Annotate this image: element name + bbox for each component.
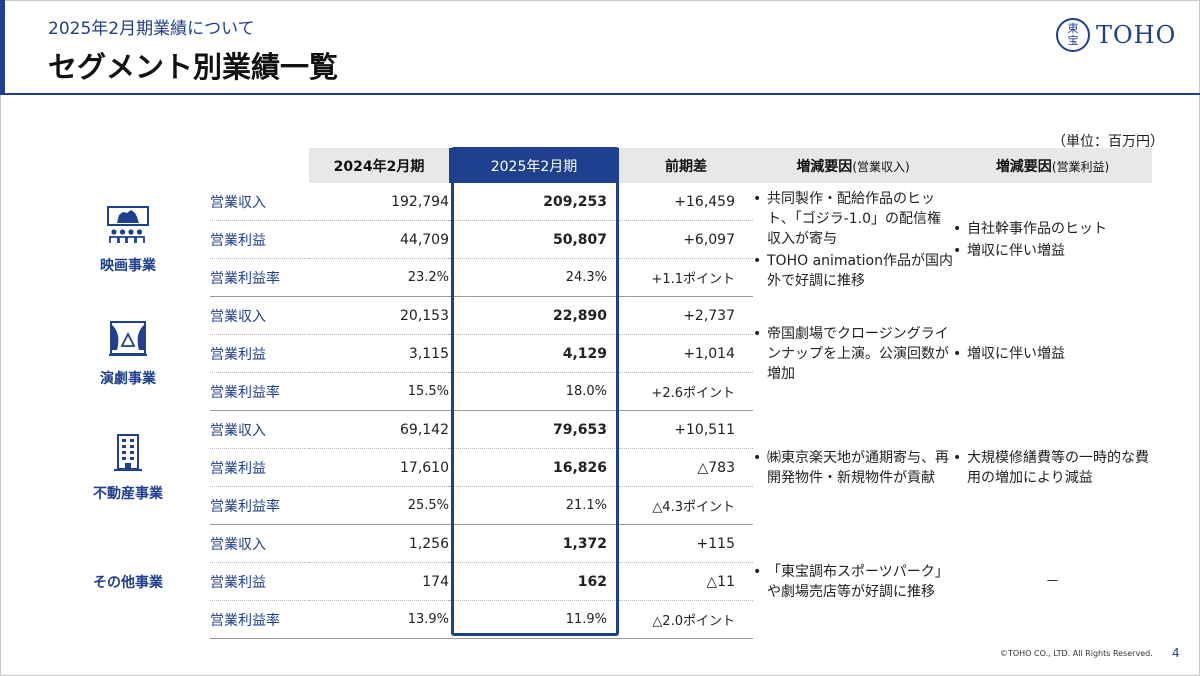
table-row: 演劇事業 営業収入 20,153 22,890 +2,737 帝国劇場でクロージ…: [46, 296, 1152, 387]
header-blank: [46, 148, 309, 183]
segment-name: 不動産事業: [93, 485, 163, 502]
row-label: 営業利益: [210, 334, 309, 373]
curr-value: 18.0%: [449, 372, 619, 411]
revenue-reasons: ㈱東京楽天地が通期寄与、再開発物件・新規物件が貢献: [753, 411, 953, 525]
prev-value: 1,256: [309, 524, 449, 563]
segment-theater: 演劇事業: [46, 297, 210, 411]
header-curr-year: 2025年2月期: [449, 148, 619, 183]
diff-value: +6,097: [619, 220, 753, 259]
row-label: 営業利益: [210, 220, 309, 259]
header-prev-year: 2024年2月期: [309, 148, 449, 183]
prev-value: 174: [309, 562, 449, 601]
diff-value: △11: [619, 562, 753, 601]
diff-value: +1,014: [619, 334, 753, 373]
segment-other: その他事業: [46, 525, 210, 639]
reason-item: ㈱東京楽天地が通期寄与、再開発物件・新規物件が貢献: [753, 448, 953, 488]
reason-item: 大規模修繕費等の一時的な費用の増加により減益: [953, 448, 1152, 488]
row-label: 営業収入: [210, 183, 309, 221]
table-row: その他事業 営業収入 1,256 1,372 +115 「東宝調布スポーツパーク…: [46, 524, 1152, 600]
header-accent-bar: [0, 0, 5, 93]
curr-value: 4,129: [449, 334, 619, 373]
reason-item: 「東宝調布スポーツパーク」や劇場売店等が好調に推移: [753, 562, 953, 602]
header-diff: 前期差: [619, 148, 753, 183]
theater-stage-icon: [109, 320, 147, 356]
segment-real-estate: 不動産事業: [46, 411, 210, 525]
logo-text: TOHO: [1096, 21, 1177, 49]
row-label: 営業利益率: [210, 258, 309, 297]
building-icon: [114, 433, 142, 471]
revenue-reasons: 帝国劇場でクロージングラインナップを上演。公演回数が増加: [753, 297, 953, 411]
diff-value: △2.0ポイント: [619, 600, 753, 639]
curr-value: 209,253: [449, 183, 619, 221]
reason-item: 帝国劇場でクロージングラインナップを上演。公演回数が増加: [753, 324, 953, 384]
prev-value: 192,794: [309, 183, 449, 221]
reason-item: 自社幹事作品のヒット: [953, 219, 1152, 239]
segment-name: 映画事業: [100, 257, 156, 274]
row-label: 営業利益: [210, 448, 309, 487]
row-label: 営業利益率: [210, 486, 309, 525]
row-label: 営業利益率: [210, 600, 309, 639]
prev-value: 17,610: [309, 448, 449, 487]
copyright: ©TOHO CO., LTD. All Rights Reserved.: [1000, 649, 1153, 658]
header-divider: [0, 93, 1200, 95]
header-revenue-reasons: 増減要因(営業収入): [753, 148, 953, 183]
table-header-row: 2024年2月期 2025年2月期 前期差 増減要因(営業収入) 増減要因(営業…: [46, 148, 1152, 183]
profit-reasons: 大規模修繕費等の一時的な費用の増加により減益: [953, 411, 1152, 525]
prev-value: 25.5%: [309, 486, 449, 525]
diff-value: +10,511: [619, 410, 753, 449]
diff-value: +115: [619, 524, 753, 563]
curr-value: 11.9%: [449, 600, 619, 639]
reason-item: TOHO animation作品が国内外で好調に推移: [753, 251, 953, 291]
profit-reasons: 増収に伴い増益: [953, 297, 1152, 411]
curr-value: 16,826: [449, 448, 619, 487]
segment-movie: 映画事業: [46, 183, 210, 297]
table-row: 不動産事業 営業収入 69,142 79,653 +10,511 ㈱東京楽天地が…: [46, 410, 1152, 502]
curr-value: 79,653: [449, 410, 619, 449]
prev-value: 69,142: [309, 410, 449, 449]
prev-value: 3,115: [309, 334, 449, 373]
segment-name: その他事業: [93, 574, 163, 591]
revenue-reasons: 共同製作・配給作品のヒット、「ゴジラ-1.0」の配信権収入が寄与 TOHO an…: [753, 183, 953, 297]
prev-value: 15.5%: [309, 372, 449, 411]
no-reason-dash: －: [1045, 573, 1060, 590]
curr-value: 50,807: [449, 220, 619, 259]
row-label: 営業収入: [210, 410, 309, 449]
row-label: 営業利益率: [210, 372, 309, 411]
reason-item: 増収に伴い増益: [953, 344, 1152, 364]
curr-value: 1,372: [449, 524, 619, 563]
prev-value: 23.2%: [309, 258, 449, 297]
diff-value: +1.1ポイント: [619, 258, 753, 297]
reason-item: 増収に伴い増益: [953, 241, 1152, 261]
slide-title: セグメント別業績一覧: [48, 50, 339, 84]
prev-value: 44,709: [309, 220, 449, 259]
segment-name: 演劇事業: [100, 370, 156, 387]
curr-value: 24.3%: [449, 258, 619, 297]
row-label: 営業収入: [210, 296, 309, 335]
prev-value: 20,153: [309, 296, 449, 335]
row-label: 営業収入: [210, 524, 309, 563]
diff-value: +2.6ポイント: [619, 372, 753, 411]
diff-value: +16,459: [619, 183, 753, 221]
toho-logo: 東 宝 TOHO: [1056, 18, 1176, 52]
diff-value: △783: [619, 448, 753, 487]
diff-value: +2,737: [619, 296, 753, 335]
revenue-reasons: 「東宝調布スポーツパーク」や劇場売店等が好調に推移: [753, 525, 953, 639]
header-profit-reasons: 増減要因(営業利益): [953, 148, 1152, 183]
row-label: 営業利益: [210, 562, 309, 601]
page-number: 4: [1172, 646, 1180, 660]
profit-reasons: －: [953, 525, 1152, 639]
reason-item: 共同製作・配給作品のヒット、「ゴジラ-1.0」の配信権収入が寄与: [753, 189, 953, 249]
toho-seal-icon: 東 宝: [1056, 18, 1090, 52]
table-row: 映画事業 営業収入 192,794 209,253 +16,459 共同製作・配…: [46, 183, 1152, 289]
curr-value: 162: [449, 562, 619, 601]
profit-reasons: 自社幹事作品のヒット 増収に伴い増益: [953, 183, 1152, 297]
segment-results-table: 2024年2月期 2025年2月期 前期差 増減要因(営業収入) 増減要因(営業…: [46, 148, 1152, 639]
curr-value: 22,890: [449, 296, 619, 335]
prev-value: 13.9%: [309, 600, 449, 639]
movie-theater-icon: [107, 205, 149, 243]
curr-value: 21.1%: [449, 486, 619, 525]
slide-subtitle: 2025年2月期業績について: [48, 19, 255, 39]
diff-value: △4.3ポイント: [619, 486, 753, 525]
